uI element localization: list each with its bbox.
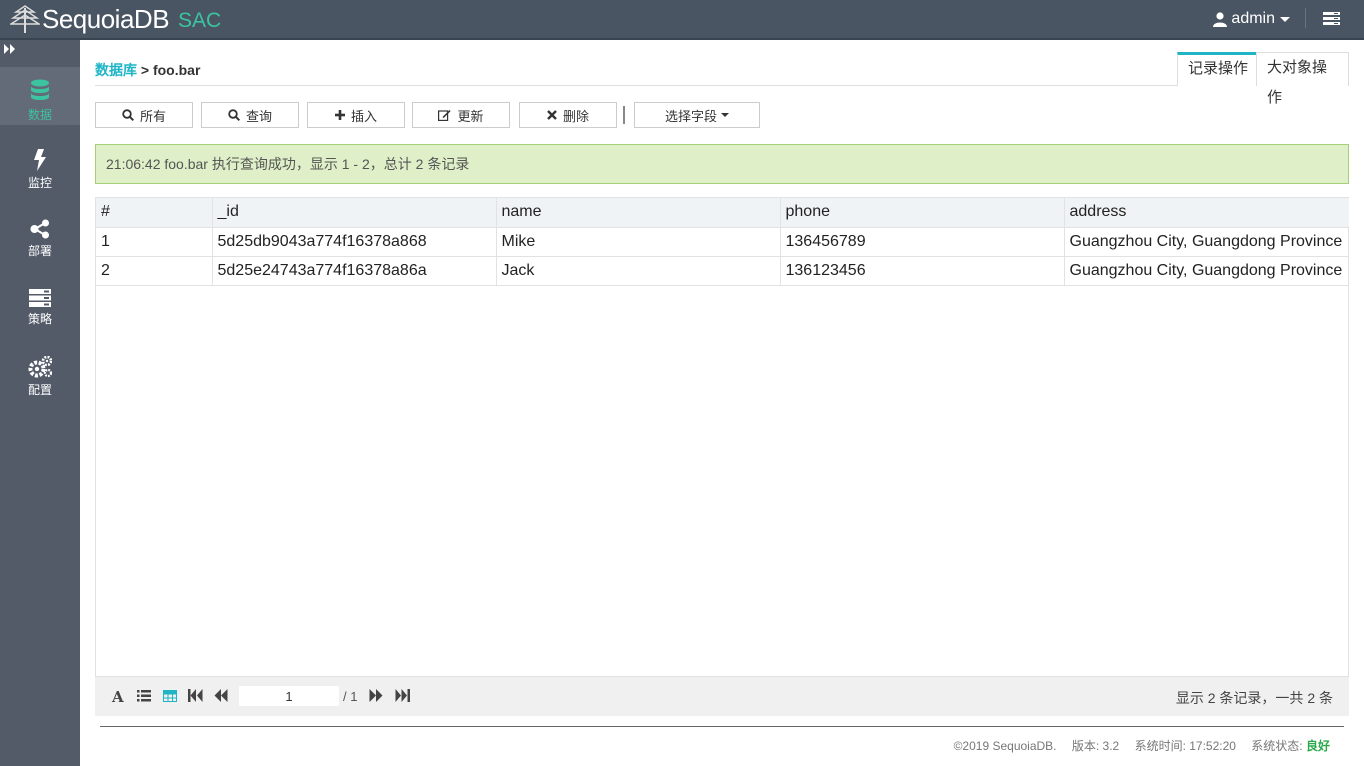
table-cell: Guangzhou City, Guangdong Province xyxy=(1063,255,1349,286)
breadcrumb-separator: > xyxy=(140,62,150,78)
breadcrumb: 数据库 > foo.bar xyxy=(95,60,200,80)
column-header-index[interactable]: # xyxy=(96,198,213,228)
sidebar-item-data[interactable]: 数据 xyxy=(0,67,80,125)
sidebar-item-label: 策略 xyxy=(27,312,52,326)
sidebar-item-config[interactable]: 配置 xyxy=(0,344,80,402)
table-cell: Guangzhou City, Guangdong Province xyxy=(1063,226,1349,257)
tab-large-object-operations[interactable]: 大对象操作 xyxy=(1256,52,1349,106)
select-fields-dropdown[interactable]: 选择字段 xyxy=(634,102,760,128)
record-count-info: 显示 2 条记录，一共 2 条 xyxy=(1175,690,1333,706)
query-button-label: 查询 xyxy=(245,108,272,124)
table-cell: Mike xyxy=(495,226,781,257)
table-row[interactable]: 2 5d25e24743a774f16378a86a Jack 13612345… xyxy=(96,255,1349,286)
bolt-icon xyxy=(34,149,46,171)
footer: ©2019 SequoiaDB. 版本: 3.2 系统时间: 17:52:20 … xyxy=(942,737,1330,754)
product-name: SAC xyxy=(178,9,222,32)
all-button[interactable]: 所有 xyxy=(95,102,193,128)
table-row[interactable]: 1 5d25db9043a774f16378a868 Mike 13645678… xyxy=(96,226,1349,257)
insert-button-label: 插入 xyxy=(350,108,377,124)
menu-icon[interactable] xyxy=(1323,12,1340,25)
page-number-input[interactable] xyxy=(239,686,339,706)
list-view-icon[interactable] xyxy=(137,690,151,702)
sequoia-tree-icon xyxy=(10,5,40,33)
gears-icon xyxy=(28,356,52,378)
update-button[interactable]: 更新 xyxy=(412,102,510,128)
insert-button[interactable]: 插入 xyxy=(307,102,405,128)
double-chevron-right-icon[interactable] xyxy=(4,44,16,54)
delete-button[interactable]: 删除 xyxy=(519,102,617,128)
sidebar-item-label: 数据 xyxy=(27,108,52,122)
user-menu[interactable]: admin xyxy=(1213,10,1290,28)
user-name: admin xyxy=(1231,10,1275,27)
column-header-address[interactable]: address xyxy=(1063,198,1349,228)
top-bar: SequoiaDB SAC admin xyxy=(0,0,1364,40)
all-button-label: 所有 xyxy=(139,108,166,124)
table-cell: 5d25e24743a774f16378a86a xyxy=(211,255,497,286)
table-cell: Jack xyxy=(495,255,781,286)
logo[interactable]: SequoiaDB SAC xyxy=(10,4,221,34)
table-header-row: # _id name phone address xyxy=(96,198,1349,228)
header-divider xyxy=(1305,8,1306,28)
success-alert: 21:06:42 foo.bar 执行查询成功，显示 1 - 2，总计 2 条记… xyxy=(95,144,1349,184)
sidebar-item-label: 监控 xyxy=(27,176,52,190)
select-fields-label: 选择字段 xyxy=(664,108,717,124)
update-button-label: 更新 xyxy=(457,108,484,124)
sidebar-item-policy[interactable]: 策略 xyxy=(0,275,80,333)
user-icon xyxy=(1213,11,1228,27)
delete-button-label: 删除 xyxy=(562,108,589,124)
records-grid: # _id name phone address 1 5d25db9043a77… xyxy=(95,197,1349,716)
brand-name: SequoiaDB xyxy=(42,3,170,34)
edit-icon xyxy=(438,110,452,121)
sidebar: 数据 监控 部署 策略 配置 xyxy=(0,40,80,766)
previous-page-icon[interactable] xyxy=(214,689,228,702)
tabs-divider xyxy=(95,85,1349,86)
sidebar-item-monitor[interactable]: 监控 xyxy=(0,137,80,195)
table-cell: 2 xyxy=(96,255,213,286)
table-cell: 1 xyxy=(96,226,213,257)
first-page-icon[interactable] xyxy=(188,689,203,702)
last-page-icon[interactable] xyxy=(395,689,410,702)
system-status-value: 良好 xyxy=(1305,739,1330,753)
close-icon xyxy=(547,110,557,120)
text-view-icon[interactable]: A xyxy=(111,689,125,703)
version: 版本: 3.2 xyxy=(1071,739,1120,753)
column-header-name[interactable]: name xyxy=(495,198,781,228)
share-icon xyxy=(30,219,49,239)
svg-text:A: A xyxy=(111,689,124,703)
toolbar-divider xyxy=(623,106,625,124)
query-button[interactable]: 查询 xyxy=(201,102,299,128)
breadcrumb-current: foo.bar xyxy=(152,62,201,78)
plus-icon xyxy=(334,110,345,120)
column-header-id[interactable]: _id xyxy=(211,198,497,228)
breadcrumb-root-link[interactable]: 数据库 xyxy=(95,62,137,78)
search-icon xyxy=(228,109,240,121)
server-icon xyxy=(29,289,51,307)
pager: A / 1 显示 2 条记录，一共 xyxy=(95,676,1349,716)
sidebar-item-deploy[interactable]: 部署 xyxy=(0,206,80,264)
page-total: / 1 xyxy=(343,689,358,704)
database-icon xyxy=(31,79,49,100)
sidebar-item-label: 配置 xyxy=(27,383,52,397)
table-cell: 5d25db9043a774f16378a868 xyxy=(211,226,497,257)
records-table: # _id name phone address 1 5d25db9043a77… xyxy=(96,198,1349,286)
next-page-icon[interactable] xyxy=(369,689,383,702)
copyright: ©2019 SequoiaDB. xyxy=(953,739,1057,753)
column-header-phone[interactable]: phone xyxy=(779,198,1065,228)
tab-record-operations[interactable]: 记录操作 xyxy=(1177,52,1260,86)
search-icon xyxy=(122,109,134,121)
footer-divider xyxy=(100,726,1344,727)
chevron-down-icon xyxy=(1280,16,1290,22)
table-view-icon[interactable] xyxy=(163,690,177,702)
table-cell: 136456789 xyxy=(779,226,1065,257)
sidebar-item-label: 部署 xyxy=(27,244,52,258)
system-time: 系统时间: 17:52:20 xyxy=(1134,739,1236,753)
system-status-label: 系统状态: xyxy=(1251,739,1303,753)
chevron-down-icon xyxy=(721,113,729,117)
table-cell: 136123456 xyxy=(779,255,1065,286)
